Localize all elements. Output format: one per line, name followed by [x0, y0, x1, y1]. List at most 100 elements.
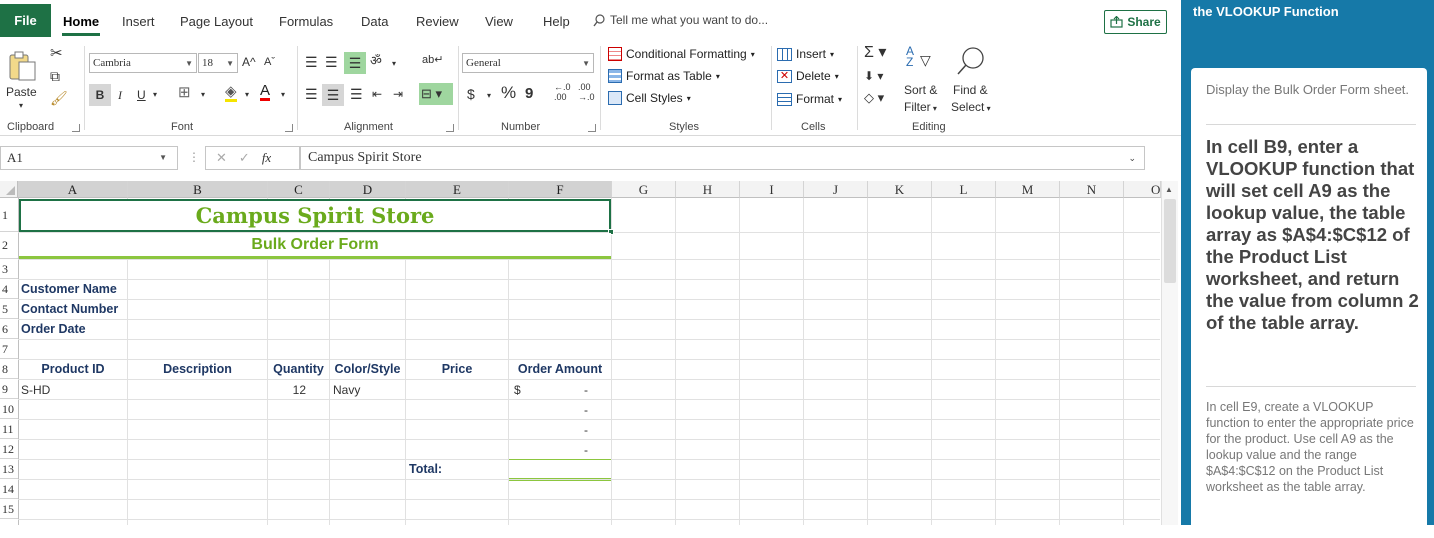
column-header-o[interactable]: O — [1124, 181, 1161, 198]
row-header-13[interactable]: 13 — [0, 459, 18, 479]
cell-f9-currency[interactable]: $ — [514, 383, 521, 397]
row-header-12[interactable]: 12 — [0, 439, 18, 459]
number-format-select[interactable]: General ▼ — [462, 53, 594, 73]
column-header-c[interactable]: C — [268, 181, 330, 198]
enter-icon[interactable]: ✓ — [239, 150, 250, 166]
row-header-8[interactable]: 8 — [0, 359, 18, 379]
formula-input[interactable]: Campus Spirit Store ⌄ — [300, 146, 1145, 170]
underline-button[interactable]: U — [137, 87, 146, 103]
cell-f10[interactable]: - — [584, 403, 588, 417]
fill-icon[interactable]: ⬇ ▾ — [864, 68, 883, 84]
currency-button[interactable]: $ — [467, 86, 475, 102]
scroll-up-icon[interactable]: ▲ — [1165, 185, 1173, 194]
row-header-11[interactable]: 11 — [0, 419, 18, 439]
font-launcher-icon[interactable] — [285, 124, 293, 132]
tab-formulas[interactable]: Formulas — [279, 14, 333, 29]
align-top-icon[interactable]: ☰ — [305, 54, 318, 70]
cell-f12[interactable]: - — [584, 443, 588, 457]
clear-icon[interactable]: ◇ ▾ — [864, 90, 884, 106]
insert-cells-button[interactable]: Insert ▾ — [777, 47, 834, 61]
percent-button[interactable]: % — [501, 84, 516, 101]
row-header-14[interactable]: 14 — [0, 479, 18, 499]
tab-view[interactable]: View — [485, 14, 513, 29]
cancel-icon[interactable]: ✕ — [216, 150, 227, 166]
column-header-h[interactable]: H — [676, 181, 740, 198]
row-header-15[interactable]: 15 — [0, 499, 18, 519]
paste-button[interactable]: Paste ▾ — [4, 48, 40, 110]
grow-font-button[interactable]: A^ — [242, 54, 256, 70]
wrap-text-icon[interactable]: ab↵ — [422, 52, 443, 68]
cell-c9[interactable]: 12 — [268, 383, 306, 397]
find-select-button[interactable]: Find & Select ▾ — [949, 46, 997, 116]
column-header-d[interactable]: D — [330, 181, 406, 198]
tab-page-layout[interactable]: Page Layout — [180, 14, 253, 29]
tab-help[interactable]: Help — [543, 14, 570, 29]
format-painter-icon[interactable]: 🖌 — [50, 90, 68, 106]
cell-a9[interactable]: S-HD — [21, 383, 50, 397]
tab-insert[interactable]: Insert — [122, 14, 155, 29]
drag-handle-icon[interactable]: ⋮ — [188, 150, 200, 164]
align-middle-icon[interactable]: ☰ — [325, 54, 338, 70]
merge-center-button[interactable]: ⊟ ▾ — [419, 83, 453, 105]
column-header-i[interactable]: I — [740, 181, 804, 198]
conditional-formatting-button[interactable]: Conditional Formatting ▾ — [608, 47, 755, 61]
select-all-button[interactable] — [0, 181, 18, 198]
tab-data[interactable]: Data — [361, 14, 388, 29]
column-header-f[interactable]: F — [509, 181, 612, 198]
row-header-5[interactable]: 5 — [0, 299, 18, 319]
column-header-a[interactable]: A — [18, 181, 128, 198]
row-header-4[interactable]: 4 — [0, 279, 18, 299]
font-color-icon[interactable]: A — [260, 83, 271, 101]
align-center-icon[interactable]: ☰ — [322, 84, 344, 106]
cell-d9[interactable]: Navy — [333, 383, 360, 397]
format-as-table-button[interactable]: Format as Table ▾ — [608, 69, 720, 83]
chevron-down-icon[interactable]: ▾ — [281, 87, 285, 103]
row-header-3[interactable]: 3 — [0, 259, 18, 279]
bold-button[interactable]: B — [89, 84, 111, 106]
row-header-10[interactable]: 10 — [0, 399, 18, 419]
autosum-icon[interactable]: Σ ▾ — [864, 45, 886, 61]
comma-style-button[interactable]: 9 — [525, 86, 533, 102]
fill-color-icon[interactable]: ◈ — [225, 84, 237, 102]
column-header-g[interactable]: G — [612, 181, 676, 198]
row-header-6[interactable]: 6 — [0, 319, 18, 339]
column-header-m[interactable]: M — [996, 181, 1060, 198]
borders-icon[interactable]: ⊞ — [178, 85, 191, 101]
scrollbar-thumb[interactable] — [1164, 199, 1176, 283]
chevron-down-icon[interactable]: ▾ — [487, 88, 491, 104]
row-header-9[interactable]: 9 — [0, 379, 18, 399]
column-header-n[interactable]: N — [1060, 181, 1124, 198]
tab-file[interactable]: File — [0, 4, 51, 37]
insert-function-button[interactable]: fx — [262, 150, 271, 166]
increase-indent-icon[interactable]: ⇥ — [393, 86, 403, 102]
align-right-icon[interactable]: ☰ — [350, 86, 363, 102]
increase-decimal-icon[interactable]: ←.0.00 — [554, 82, 571, 102]
shrink-font-button[interactable]: Aˇ — [264, 54, 275, 70]
column-header-e[interactable]: E — [406, 181, 509, 198]
row-header-1[interactable]: 1 — [0, 199, 18, 232]
share-button[interactable]: Share — [1104, 10, 1167, 34]
chevron-down-icon[interactable]: ▾ — [153, 87, 157, 103]
sort-filter-button[interactable]: AZ ▽ Sort & Filter ▾ — [902, 45, 944, 116]
chevron-down-icon[interactable]: ▾ — [245, 87, 249, 103]
cut-icon[interactable]: ✂ — [50, 46, 63, 62]
row-header-7[interactable]: 7 — [0, 339, 18, 359]
clipboard-launcher-icon[interactable] — [72, 124, 80, 132]
align-bottom-icon[interactable]: ☰ — [344, 52, 366, 74]
vertical-scrollbar[interactable]: ▲ — [1161, 181, 1178, 525]
chevron-down-icon[interactable]: ▾ — [392, 56, 396, 72]
tell-me-search[interactable]: Tell me what you want to do... — [593, 13, 768, 27]
column-header-b[interactable]: B — [128, 181, 268, 198]
copy-icon[interactable]: ⧉ — [50, 68, 60, 84]
tab-review[interactable]: Review — [416, 14, 459, 29]
spreadsheet-grid[interactable]: A B C D E F G H I J K L M N O 1 2 3 4 5 … — [0, 181, 1181, 525]
decrease-decimal-icon[interactable]: .00 →.0 — [578, 82, 595, 102]
cell-f11[interactable]: - — [584, 423, 588, 437]
format-cells-button[interactable]: Format ▾ — [777, 92, 842, 106]
number-launcher-icon[interactable] — [588, 124, 596, 132]
orientation-icon[interactable]: ॐ — [370, 53, 382, 69]
cell-styles-button[interactable]: Cell Styles ▾ — [608, 91, 691, 105]
align-left-icon[interactable]: ☰ — [305, 86, 318, 102]
italic-button[interactable]: I — [118, 87, 122, 103]
row-header-2[interactable]: 2 — [0, 232, 18, 259]
